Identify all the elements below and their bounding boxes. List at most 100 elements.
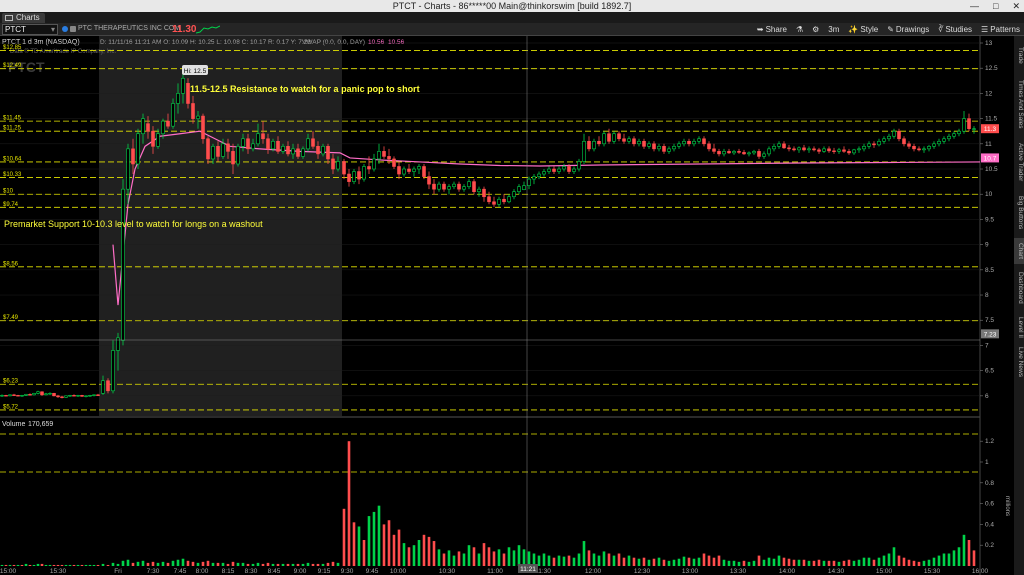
candle-body: [852, 149, 856, 154]
vwap-value-1: 10.56: [368, 39, 385, 46]
candle-body: [582, 140, 586, 162]
volume-bar: [301, 563, 305, 566]
candle-body: [672, 146, 676, 150]
volume-bar: [632, 557, 636, 566]
style-button[interactable]: ✨ Style: [848, 24, 878, 35]
candle-body: [962, 118, 966, 132]
price-axis-label: 12.5: [985, 65, 998, 72]
candle-body: [737, 151, 741, 153]
price-level-label: $10.64: [3, 156, 22, 162]
volume-bar: [787, 558, 791, 566]
volume-bar: [422, 534, 426, 566]
sidetab-trade[interactable]: Trade: [1014, 38, 1024, 72]
candle-body: [347, 173, 351, 182]
volume-bar: [256, 562, 260, 566]
volume-bar: [216, 562, 220, 566]
candle-body: [767, 148, 771, 155]
volume-bar: [231, 561, 235, 566]
candle-body: [72, 395, 76, 397]
volume-bar: [226, 563, 230, 566]
volume-bar: [131, 562, 135, 566]
volume-bar: [732, 560, 736, 566]
candle-body: [747, 152, 751, 155]
candle-body: [507, 196, 511, 203]
time-axis-label: 16:00: [972, 568, 989, 575]
candle-body: [522, 185, 526, 190]
candle-body: [492, 201, 496, 205]
sidetab-dashboard[interactable]: Dashboard: [1014, 266, 1024, 310]
candle-body: [316, 146, 320, 155]
volume-bar: [281, 563, 285, 566]
volume-bar: [16, 564, 20, 566]
volume-bar: [682, 556, 686, 566]
volume-bar: [382, 524, 386, 566]
volume-bar: [44, 564, 48, 566]
volume-bar: [141, 560, 145, 566]
grid-icon[interactable]: [70, 26, 76, 32]
candle-body: [402, 168, 406, 175]
volume-bar: [326, 562, 330, 566]
price-chart[interactable]: PTCT 1 d 3m (NASDAQ) D: 11/11/16 11:21 A…: [0, 36, 1014, 575]
candle-body: [757, 151, 761, 157]
volume-bar: [507, 547, 511, 566]
chevron-down-icon[interactable]: ▾: [51, 25, 55, 34]
volume-bar: [652, 558, 656, 566]
candle-body: [797, 147, 801, 151]
close-icon[interactable]: ✕: [1012, 0, 1020, 12]
candle-body: [857, 148, 861, 151]
volume-bar: [602, 551, 606, 566]
candle-body: [517, 186, 521, 192]
volume-bar: [742, 560, 746, 566]
volume-axis-label: 0.2: [985, 542, 994, 549]
volume-bar: [96, 564, 100, 566]
sidetab-big-buttons[interactable]: Big Buttons: [1014, 190, 1024, 236]
candle-body: [902, 138, 906, 145]
minimize-icon[interactable]: —: [970, 0, 979, 12]
volume-axis-label: 0.4: [985, 521, 994, 528]
style-icon: ✨: [848, 25, 859, 34]
volume-axis-label: 1: [985, 459, 989, 466]
candle-body: [28, 394, 32, 396]
candle-body: [702, 138, 706, 145]
sidetab-level-ii[interactable]: Level II: [1014, 312, 1024, 342]
drawings-button[interactable]: ✎ Drawings: [887, 24, 929, 35]
vwap-value-2: 10.56: [388, 39, 405, 46]
time-axis-label: 9:00: [294, 568, 307, 575]
volume-bar: [662, 559, 666, 566]
volume-bar: [577, 553, 581, 566]
sidetab-live-news[interactable]: Live News: [1014, 344, 1024, 380]
candle-body: [682, 140, 686, 145]
tab-charts[interactable]: Charts: [2, 13, 45, 23]
flask-icon[interactable]: ⚗: [796, 24, 803, 35]
maximize-icon[interactable]: □: [993, 0, 998, 12]
candle-body: [972, 128, 976, 130]
candle-body: [602, 133, 606, 145]
symbol-input[interactable]: PTCT ▾: [2, 24, 58, 35]
studies-button[interactable]: ∛ Studies: [938, 24, 972, 35]
candle-body: [336, 161, 340, 170]
sidetab-chart[interactable]: Chart: [1014, 238, 1024, 264]
timeframe-button[interactable]: 3m: [828, 24, 839, 35]
price-axis-label: 7.5: [985, 317, 994, 324]
volume-bar: [186, 560, 190, 566]
candle-body: [12, 394, 16, 396]
sidetab-times-and-sales[interactable]: Times And Sales: [1014, 74, 1024, 134]
candle-body: [612, 133, 616, 142]
gear-icon[interactable]: ⚙: [812, 24, 819, 35]
sidetab-active-trader[interactable]: Active Trader: [1014, 136, 1024, 188]
candle-body: [121, 188, 125, 341]
candle-body: [527, 178, 531, 186]
candle-body: [236, 146, 240, 165]
volume-bar: [947, 553, 951, 566]
chart-area[interactable]: PTCT 1 d 3m (NASDAQ) D: 11/11/16 11:21 A…: [0, 36, 1024, 575]
link-icon[interactable]: [62, 26, 68, 32]
candle-body: [777, 143, 781, 147]
candle-body: [667, 148, 671, 152]
volume-bar: [92, 564, 96, 566]
patterns-button[interactable]: ☰ Patterns: [981, 24, 1020, 35]
candle-body: [452, 183, 456, 187]
volume-bar: [512, 550, 516, 566]
share-button[interactable]: ➥ Share: [757, 24, 787, 35]
volume-bar: [191, 561, 195, 566]
volume-bar: [762, 559, 766, 566]
